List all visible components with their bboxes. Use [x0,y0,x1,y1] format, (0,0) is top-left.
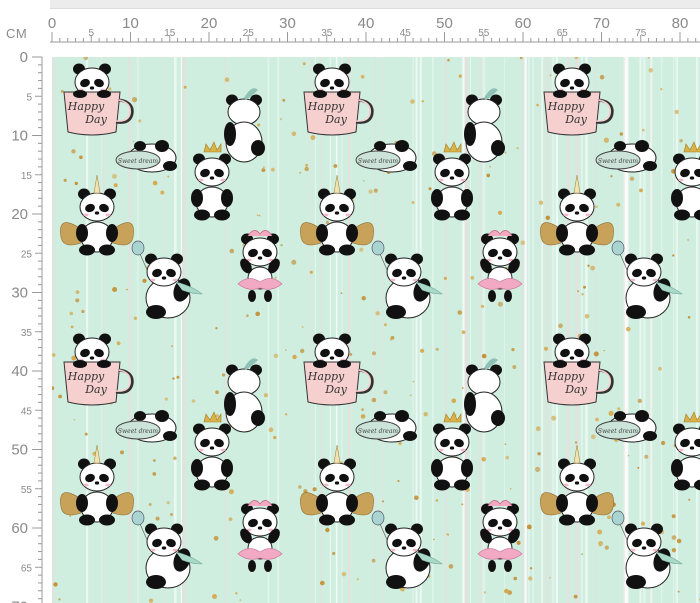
ruler-left-label: 45 [21,406,33,417]
fabric-preview-viewer: CM 0 5 10 15 20 25 30 35 40 45 50 55 60 65 70 75 80 0 5 10… [0,0,700,603]
ruler-top-label: 40 [358,15,375,32]
ruler-left-label: 35 [21,328,33,339]
ruler-top-label: 30 [279,15,296,32]
ruler-left-label: 20 [11,206,28,223]
ruler-left-label: 30 [11,285,28,302]
ruler-left-label: 5 [26,92,32,103]
ruler-top-label: 5 [88,28,94,39]
ruler-left-label: 10 [11,128,28,145]
ruler-top-label: 80 [672,15,689,32]
ruler-top-label: 75 [635,28,647,39]
ruler-top-label: 60 [515,15,532,32]
ruler-top-label: 65 [557,28,569,39]
ruler-left-label: 65 [21,563,33,574]
ruler-top-label: 50 [436,15,453,32]
ruler-top-label: 45 [400,28,412,39]
ruler-top-label: 55 [478,28,490,39]
ruler-left-label: 55 [21,485,33,496]
ruler-top-label: 70 [593,15,610,32]
ruler-left-label: 40 [11,363,28,380]
ruler-top-label: 15 [164,28,176,39]
ruler-top-label: 10 [122,15,139,32]
ruler-left-label: 25 [21,249,33,260]
ruler-left-label: 50 [11,442,28,459]
ruler-top-label: 25 [243,28,255,39]
horizontal-ruler: 05101520253035404550556065707580 [48,15,700,43]
ruler-left-label: 70 [11,599,28,603]
ruler-left-label: 15 [21,171,33,182]
ruler-top-label: 20 [201,15,218,32]
ruler-left-label: 60 [11,520,28,537]
ruler-left-label: 0 [20,49,28,66]
panda-pattern-artwork: Happy Day Sweet dream [52,57,700,603]
fabric-pattern-canvas[interactable]: Happy Day Sweet dream [52,57,700,603]
vertical-ruler: 0 5 10 15 20 25 30 35 40 45 50 55 60 65 70 [11,49,43,603]
ruler-top-label: 35 [321,28,333,39]
